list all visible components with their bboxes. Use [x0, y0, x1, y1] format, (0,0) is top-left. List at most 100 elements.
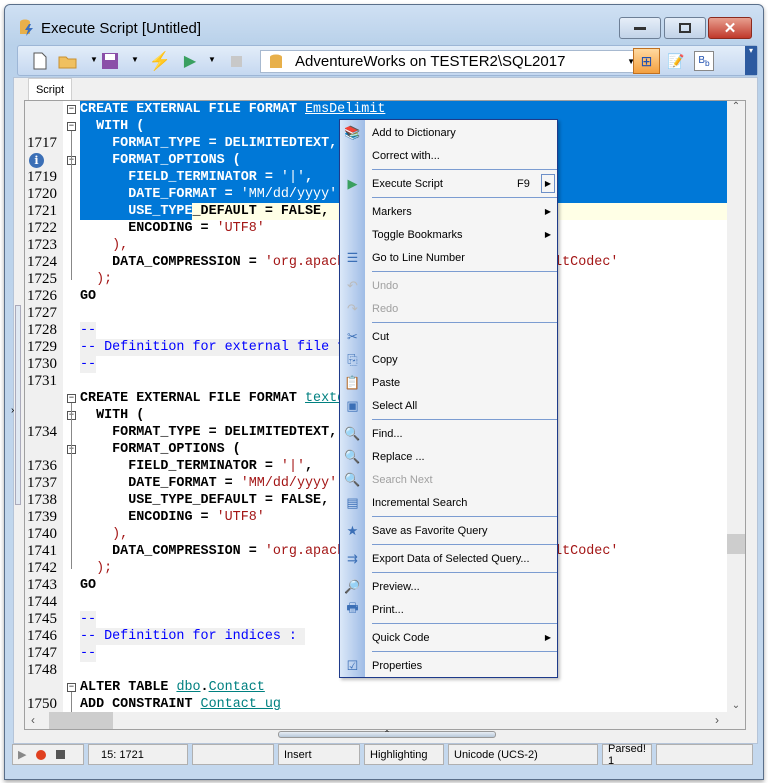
code-token: FORMAT_TYPE = DELIMITEDTEXT, [80, 136, 338, 151]
menu-item-incremental-search[interactable]: ▤ Incremental Search [340, 491, 557, 514]
side-splitter[interactable] [15, 305, 21, 505]
line-number: 1746 [27, 628, 57, 644]
horizontal-scroll-thumb[interactable] [49, 712, 113, 729]
code-token: 'MM/dd/yyyy' [240, 476, 338, 491]
run-button[interactable]: ▶ [180, 51, 200, 71]
menu-item-label: Add to Dictionary [372, 126, 456, 139]
menu-item-label: Select All [372, 399, 418, 412]
code-line[interactable]: 1750 ADD CONSTRAINT Contact_ug [25, 696, 727, 713]
new-button[interactable] [30, 51, 50, 71]
info-icon[interactable]: i [29, 153, 44, 168]
menu-item-preview[interactable]: 🔎 Preview... [340, 575, 557, 598]
menu-item-quick-code[interactable]: Quick Code ▶ [340, 626, 557, 649]
scroll-right-icon[interactable]: › [715, 713, 719, 727]
status-resize-grip[interactable] [656, 744, 753, 765]
tab-script[interactable]: Script [28, 78, 72, 100]
expand-side-icon[interactable]: › [11, 405, 14, 416]
code-text: ), [80, 526, 128, 543]
line-number: 1723 [27, 237, 57, 253]
macro-stop-icon[interactable] [56, 750, 66, 759]
menu-item-toggle-bookmarks[interactable]: Toggle Bookmarks ▶ [340, 223, 557, 246]
database-icon [270, 54, 282, 68]
execute-button[interactable]: ⚡ [149, 51, 171, 71]
scroll-down-icon[interactable]: ⌄ [727, 700, 745, 711]
menu-item-undo[interactable]: ↶ Undo [340, 274, 557, 297]
menu-item-execute-script[interactable]: ▶ Execute Script F9 ▶ [340, 172, 557, 195]
code-token: -- [80, 323, 97, 338]
menu-item-paste[interactable]: 📋 Paste [340, 371, 557, 394]
code-token: WITH ( [80, 408, 145, 423]
vertical-scroll-thumb[interactable] [727, 534, 745, 554]
code-token: DATE_FORMAT = [80, 476, 241, 491]
menu-item-properties[interactable]: ☑ Properties [340, 654, 557, 677]
line-number: 1717 [27, 135, 57, 151]
menu-item-find[interactable]: 🔍 Find... [340, 422, 557, 445]
submenu-arrow-icon[interactable]: ▶ [540, 174, 555, 193]
scroll-left-icon[interactable]: ‹ [31, 713, 35, 727]
code-token: Contact_ug [200, 697, 281, 712]
menu-item-cut[interactable]: ✂ Cut [340, 325, 557, 348]
database-select[interactable]: AdventureWorks on TESTER2\SQL2017 ▼ [260, 50, 640, 73]
menu-item-replace[interactable]: 🔍 Replace ... [340, 445, 557, 468]
menu-item-go-to-line-number[interactable]: ☰ Go to Line Number [340, 246, 557, 269]
code-token: ); [80, 561, 113, 576]
save-button[interactable] [100, 51, 120, 71]
macro-record-icon[interactable] [36, 749, 47, 760]
line-number: 1742 [27, 560, 57, 576]
fold-toggle-icon[interactable]: − [67, 683, 76, 692]
format-button[interactable]: Bb [694, 51, 714, 71]
run-dropdown-arrow[interactable]: ▼ [208, 55, 216, 64]
submenu-arrow-icon[interactable]: ▶ [545, 633, 551, 642]
status-empty [192, 744, 274, 765]
scroll-up-icon[interactable]: ⌃ [727, 101, 745, 112]
menu-item-label: Redo [372, 302, 399, 315]
fold-guide [71, 131, 72, 280]
code-text: USE_TYPE_DEFAULT = FALSE, [80, 203, 329, 220]
submenu-arrow-icon[interactable]: ▶ [545, 230, 551, 239]
submenu-arrow-icon[interactable]: ▶ [545, 207, 551, 216]
menu-item-save-as-favorite-query[interactable]: ★ Save as Favorite Query [340, 519, 557, 542]
menu-item-select-all[interactable]: ▣ Select All [340, 394, 557, 417]
code-token: dbo [176, 680, 201, 695]
object-tree-button[interactable]: ⊞ [633, 48, 660, 74]
toolbar-overflow[interactable]: ▾ [745, 46, 757, 75]
vertical-scrollbar[interactable]: ⌃ ⌄ [727, 101, 745, 713]
menu-item-label: Correct with... [372, 149, 440, 162]
menu-item-search-next[interactable]: 🔍 Search Next [340, 468, 557, 491]
horizontal-scrollbar[interactable]: ‹ › [25, 712, 745, 729]
line-number: 1719 [27, 169, 57, 185]
minimize-button[interactable] [619, 17, 661, 39]
menu-item-correct-with[interactable]: Correct with... [340, 144, 557, 167]
edit-icon: 📝 [667, 52, 685, 69]
code-line[interactable]: − ALTER TABLE dbo.Contact [25, 679, 727, 696]
close-icon: ✕ [723, 20, 737, 37]
replace-icon: 🔍 [344, 448, 361, 464]
menu-item-redo[interactable]: ↷ Redo [340, 297, 557, 320]
fold-toggle-icon[interactable]: − [67, 122, 76, 131]
open-dropdown-arrow[interactable]: ▼ [90, 55, 98, 64]
fold-toggle-icon[interactable]: − [67, 105, 76, 114]
maximize-button[interactable] [664, 17, 706, 39]
edit-button[interactable]: 📝 [666, 51, 686, 71]
code-text: DATE_FORMAT = 'MM/dd/yyyy' [80, 475, 337, 492]
macro-play-icon[interactable]: ▶ [18, 748, 26, 761]
line-number: 1721 [27, 203, 57, 219]
menu-item-label: Undo [372, 279, 399, 292]
menu-item-print[interactable]: 🖶 Print... [340, 598, 557, 621]
save-dropdown-arrow[interactable]: ▼ [131, 55, 139, 64]
context-menu: 📚 Add to Dictionary Correct with... ▶ Execut… [339, 119, 558, 678]
code-token: ENCODING = [80, 510, 217, 525]
code-text: FORMAT_OPTIONS ( [80, 441, 241, 458]
code-line[interactable]: − CREATE EXTERNAL FILE FORMAT EmsDelimit [25, 101, 727, 118]
menu-item-export-data-of-selected-query[interactable]: ⇉ Export Data of Selected Query... [340, 547, 557, 570]
panel-splitter[interactable]: ⌃ [278, 730, 496, 738]
menu-item-add-to-dictionary[interactable]: 📚 Add to Dictionary [340, 121, 557, 144]
menu-item-label: Incremental Search [372, 496, 468, 509]
fold-toggle-icon[interactable]: − [67, 394, 76, 403]
open-button[interactable] [58, 51, 78, 71]
menu-item-markers[interactable]: Markers ▶ [340, 200, 557, 223]
menu-item-copy[interactable]: ⎘ Copy [340, 348, 557, 371]
stop-button[interactable] [226, 51, 246, 71]
code-token: USE_TYPE_DEFAULT = FALSE, [80, 493, 330, 508]
close-button[interactable]: ✕ [708, 17, 752, 39]
